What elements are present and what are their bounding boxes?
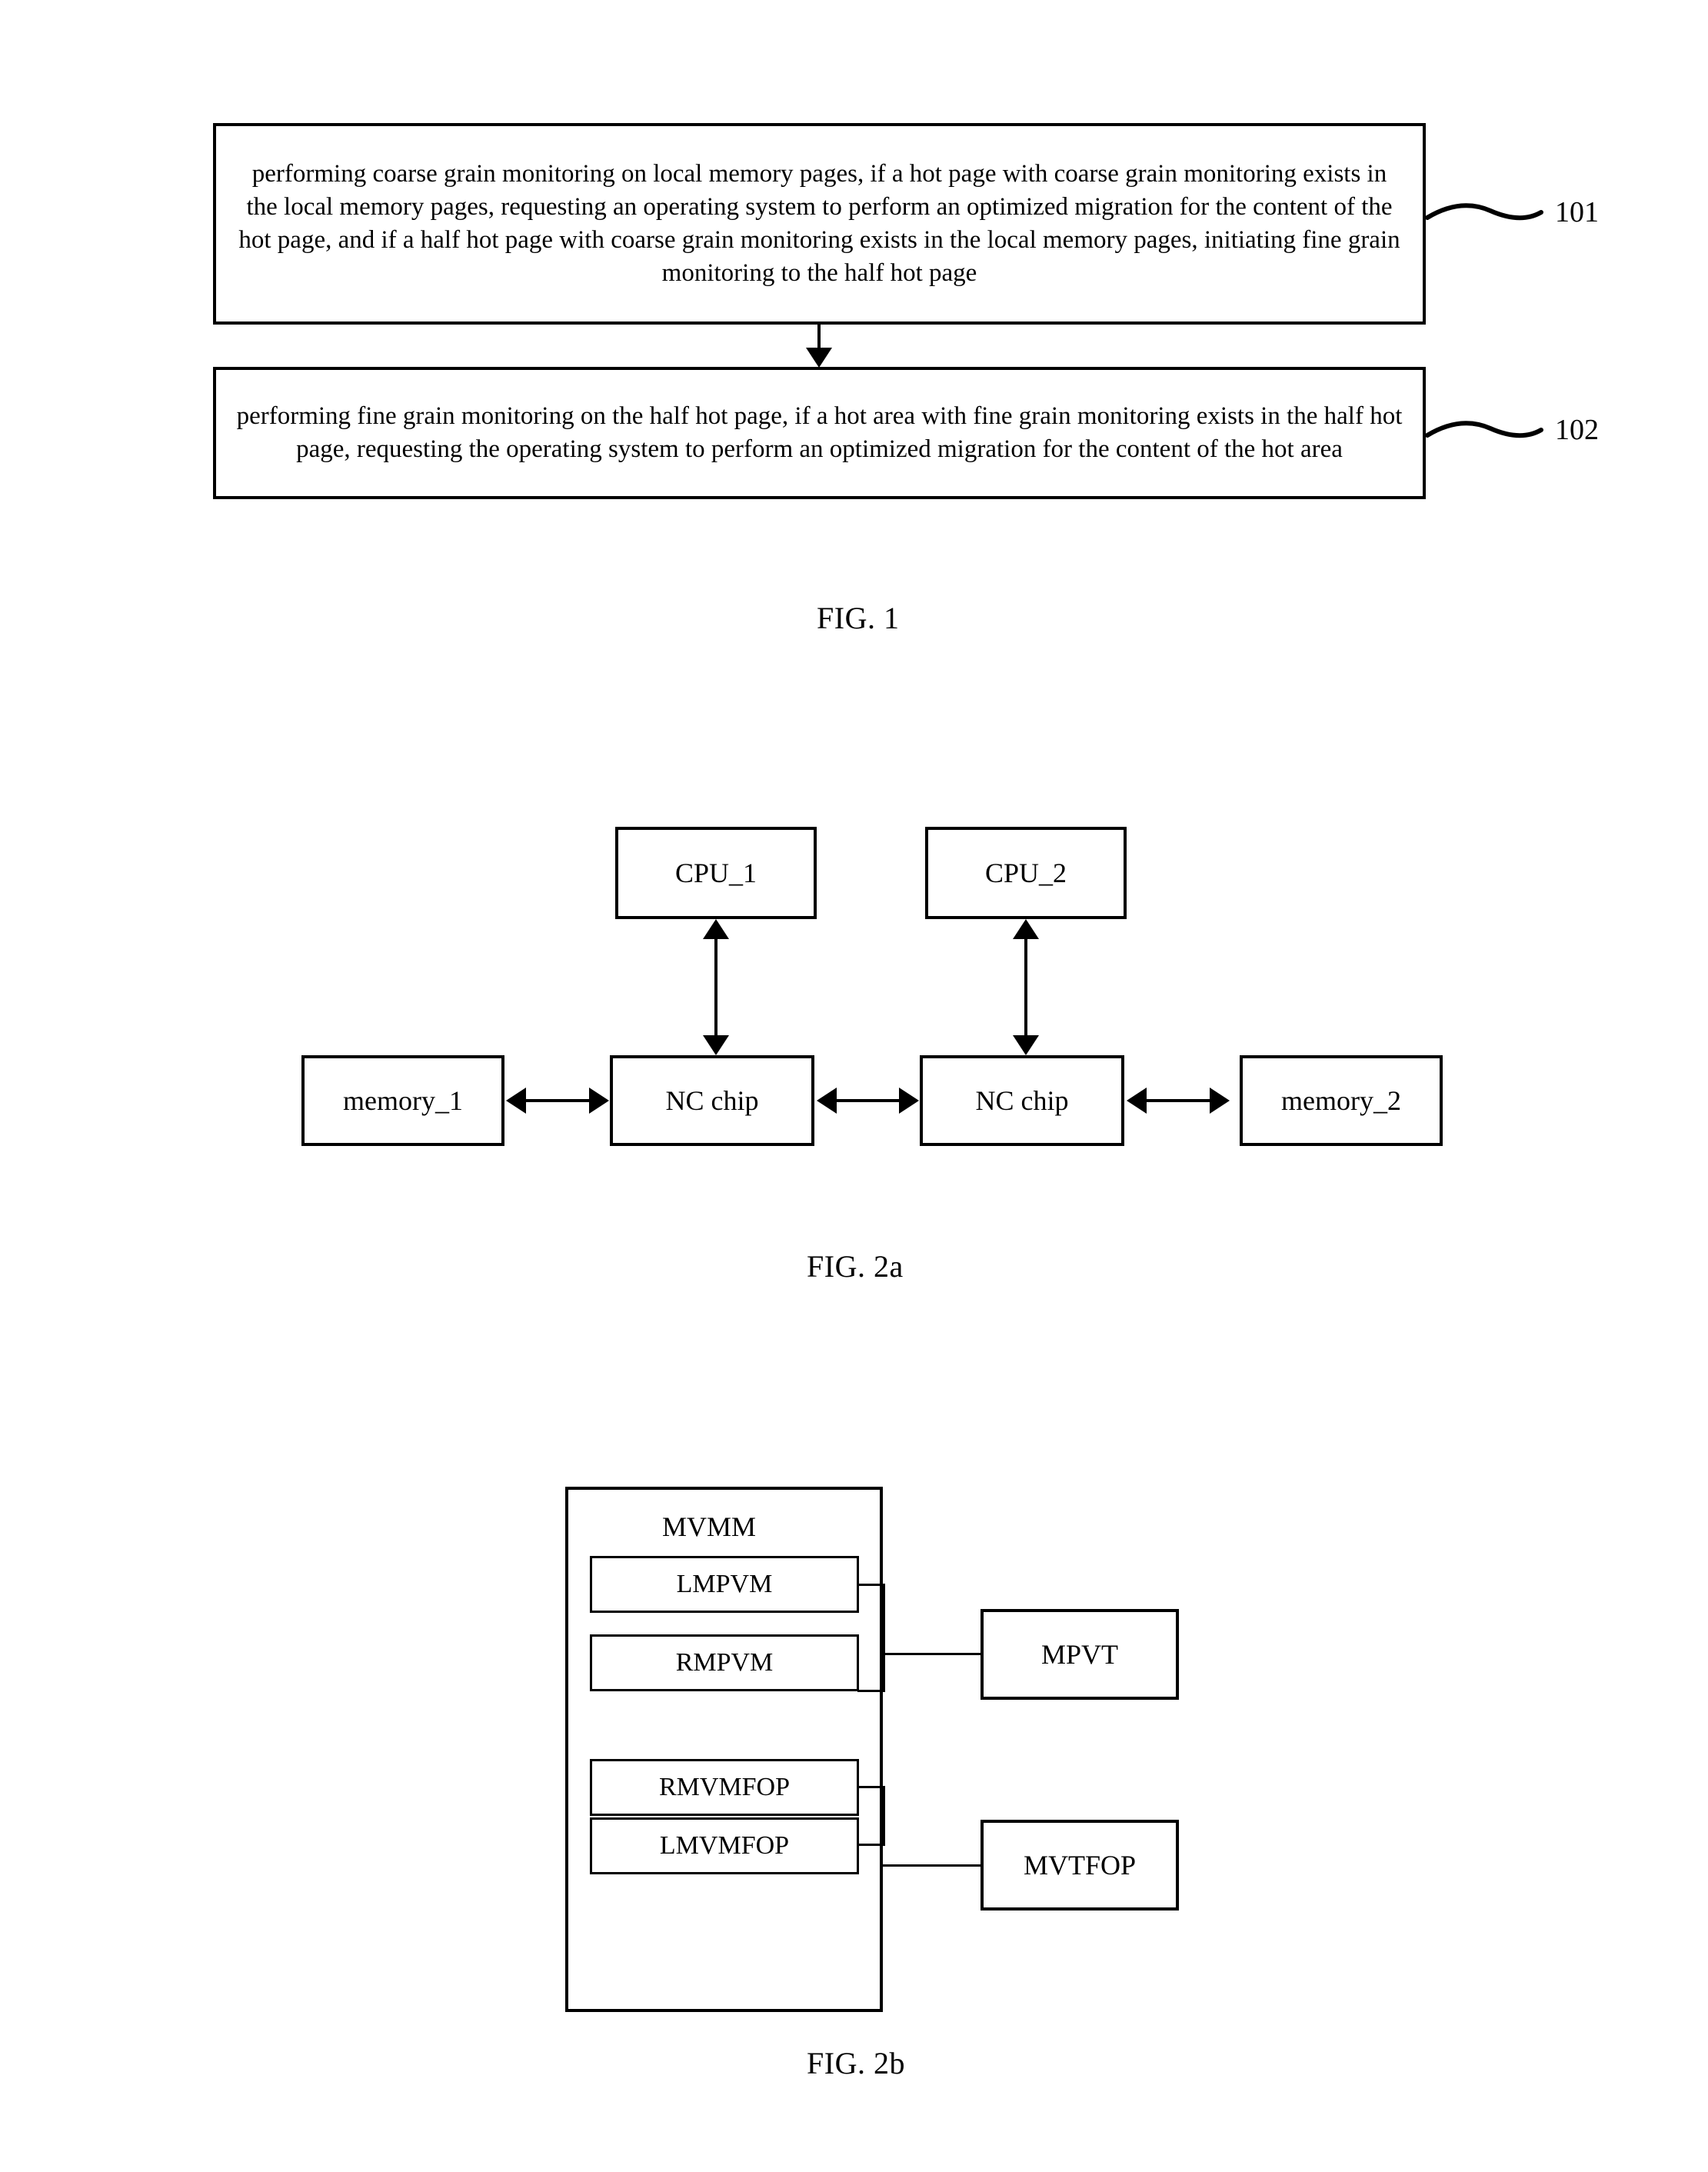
flowchart-step-102-text: performing fine grain monitoring on the … xyxy=(236,402,1403,463)
bracket-top-stub-lmpvm xyxy=(857,1584,885,1586)
node-cpu-2: CPU_2 xyxy=(925,827,1127,919)
bracket-bottom-to-mvtfop-line xyxy=(883,1864,983,1867)
link-memory1-arrow-left-icon xyxy=(506,1088,526,1114)
flowchart-step-101-box: performing coarse grain monitoring on lo… xyxy=(213,123,1426,325)
link-ncchip-arrow-right-icon xyxy=(899,1088,919,1114)
link-cpu2-arrow-up-icon xyxy=(1013,919,1039,939)
leader-line-101 xyxy=(1425,203,1543,221)
bracket-top-stub-rmpvm xyxy=(857,1690,885,1692)
link-memory1-arrow-right-icon xyxy=(589,1088,609,1114)
node-mvtfop-label: MVTFOP xyxy=(1023,1850,1137,1881)
reference-numeral-101: 101 xyxy=(1555,196,1599,228)
bracket-top-spine xyxy=(883,1584,885,1692)
patent-figure-sheet: performing coarse grain monitoring on lo… xyxy=(0,0,1708,2172)
link-cpu1-arrow-up-icon xyxy=(703,919,729,939)
module-rmvmfop-label: RMVMFOP xyxy=(658,1773,791,1801)
flowchart-step-102-box: performing fine grain monitoring on the … xyxy=(213,367,1426,499)
module-rmpvm-label: RMPVM xyxy=(675,1648,774,1677)
node-memory-1-label: memory_1 xyxy=(343,1085,463,1116)
container-mvmm-label: MVMM xyxy=(662,1511,757,1542)
node-mpvt-label: MPVT xyxy=(1040,1639,1119,1670)
module-lmpvm: LMPVM xyxy=(590,1556,859,1613)
bracket-bottom-stub-rmvmfop xyxy=(857,1786,885,1788)
node-cpu-1-label: CPU_1 xyxy=(674,858,757,888)
node-nc-chip-right-label: NC chip xyxy=(975,1085,1069,1116)
node-memory-2-label: memory_2 xyxy=(1281,1085,1401,1116)
node-nc-chip-right: NC chip xyxy=(920,1055,1124,1146)
node-memory-2: memory_2 xyxy=(1240,1055,1443,1146)
module-lmpvm-label: LMPVM xyxy=(676,1570,773,1598)
node-cpu-1: CPU_1 xyxy=(615,827,817,919)
node-nc-chip-left: NC chip xyxy=(610,1055,814,1146)
flow-arrow-down-icon xyxy=(806,348,832,368)
link-cpu2-arrow-down-icon xyxy=(1013,1035,1039,1055)
reference-numeral-102: 102 xyxy=(1555,414,1599,446)
flowchart-step-101-text: performing coarse grain monitoring on lo… xyxy=(238,160,1400,287)
leader-line-102 xyxy=(1425,421,1543,438)
node-nc-chip-left-label: NC chip xyxy=(665,1085,759,1116)
link-cpu1-arrow-down-icon xyxy=(703,1035,729,1055)
module-lmvmfop-label: LMVMFOP xyxy=(659,1831,790,1860)
link-ncchip-arrow-left-icon xyxy=(817,1088,837,1114)
bracket-bottom-stub-lmvmfop xyxy=(857,1844,885,1846)
link-memory2-arrow-right-icon xyxy=(1210,1088,1230,1114)
module-lmvmfop: LMVMFOP xyxy=(590,1817,859,1874)
link-memory2-arrow-left-icon xyxy=(1127,1088,1147,1114)
node-mvtfop: MVTFOP xyxy=(981,1820,1179,1910)
bracket-top-to-mpvt-line xyxy=(883,1653,983,1655)
node-memory-1: memory_1 xyxy=(301,1055,504,1146)
figure-2a-caption: FIG. 2a xyxy=(807,1249,904,1284)
node-cpu-2-label: CPU_2 xyxy=(984,858,1067,888)
link-cpu1-ncchip-line xyxy=(714,927,717,1048)
link-cpu2-ncchip-line xyxy=(1024,927,1027,1048)
node-mpvt: MPVT xyxy=(981,1609,1179,1700)
module-rmvmfop: RMVMFOP xyxy=(590,1759,859,1816)
figure-1-caption: FIG. 1 xyxy=(817,601,900,635)
figure-2b-caption: FIG. 2b xyxy=(807,2046,905,2080)
bracket-bottom-spine xyxy=(883,1786,885,1846)
module-rmpvm: RMPVM xyxy=(590,1634,859,1691)
